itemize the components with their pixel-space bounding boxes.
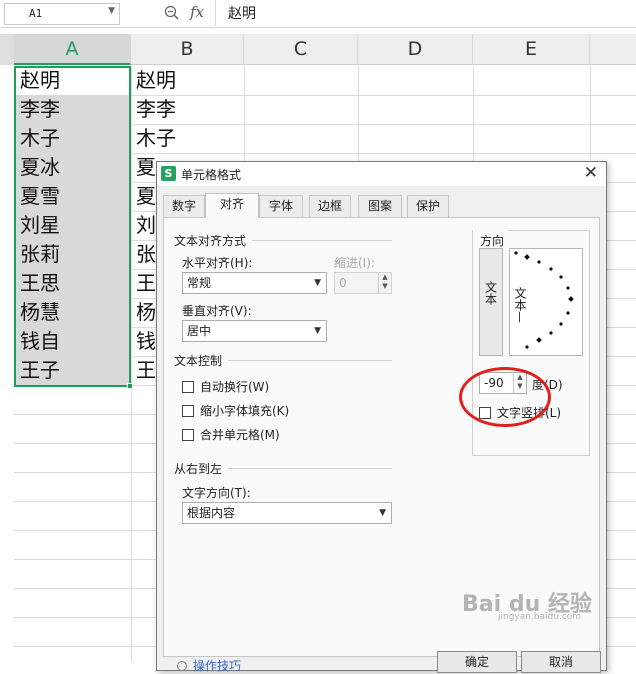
column-header-a[interactable]: A	[14, 34, 131, 65]
app-icon: S	[161, 166, 176, 181]
vertical-align-value: 居中	[187, 324, 212, 338]
orientation-dial[interactable]: 文本—	[509, 248, 583, 356]
formula-bar: A1 ▼ fx 赵明	[0, 0, 636, 28]
merge-cells-label: 合并单元格(M)	[200, 428, 280, 442]
name-box[interactable]: A1 ▼	[4, 3, 120, 25]
cell-b[interactable]: 赵明	[132, 66, 242, 95]
cell-a[interactable]: 李李	[16, 95, 129, 124]
cell-b[interactable]: 李李	[132, 95, 242, 124]
dialog-titlebar: S 单元格格式 ✕	[157, 162, 606, 186]
text-control-group-title: 文本控制	[174, 354, 223, 368]
text-alignment-group-title: 文本对齐方式	[174, 234, 247, 248]
annotation-circle-degrees	[459, 367, 551, 427]
cell-a[interactable]: 赵明	[16, 66, 129, 95]
tab-pattern[interactable]: 图案	[358, 195, 402, 217]
tab-protection[interactable]: 保护	[407, 195, 449, 217]
column-header-row: A B C D E	[0, 34, 636, 65]
lightbulb-icon	[177, 661, 187, 671]
column-header-e[interactable]: E	[473, 34, 590, 65]
column-header-d[interactable]: D	[358, 34, 473, 65]
dial-text: 文本—	[513, 287, 527, 323]
cell-a[interactable]: 张莉	[16, 240, 129, 269]
vertical-text-label: 文本	[483, 281, 498, 305]
horizontal-align-value: 常规	[187, 276, 212, 290]
dialog-tabs: 数字 对齐 字体 边框 图案 保护	[163, 193, 603, 218]
spinner-arrows-icon[interactable]: ▲ ▼	[378, 273, 391, 293]
tips-label: 操作技巧	[193, 659, 242, 673]
chevron-down-icon: ▼	[379, 508, 386, 518]
close-icon[interactable]: ✕	[584, 163, 598, 183]
baidu-watermark-url: jingyan.baidu.com	[498, 612, 582, 622]
chevron-down-icon[interactable]: ▼	[108, 6, 115, 16]
cell-a[interactable]: 刘星	[16, 211, 129, 240]
shrink-to-fit-label: 缩小字体填充(K)	[200, 404, 290, 418]
formula-input[interactable]: 赵明	[215, 0, 636, 26]
wrap-text-checkbox[interactable]: 自动换行(W)	[182, 378, 269, 395]
dialog-title: 单元格格式	[181, 168, 242, 182]
tab-alignment[interactable]: 对齐	[205, 193, 259, 218]
text-direction-value: 根据内容	[187, 506, 236, 520]
vertical-label: 垂直对齐(V):	[182, 304, 252, 318]
name-box-value: A1	[29, 7, 43, 20]
cell-b[interactable]: 木子	[132, 124, 242, 153]
cell-a[interactable]: 夏冰	[16, 153, 129, 182]
cell-a[interactable]: 王思	[16, 269, 129, 298]
tips-link[interactable]: 操作技巧	[177, 657, 241, 674]
chevron-down-icon: ▼	[314, 278, 321, 288]
ok-button[interactable]: 确定	[437, 651, 517, 673]
vertical-align-select[interactable]: 居中 ▼	[182, 320, 327, 342]
horizontal-label: 水平对齐(H):	[182, 256, 253, 270]
cell-a[interactable]: 木子	[16, 124, 129, 153]
indent-value: 0	[339, 276, 347, 290]
select-all-corner[interactable]	[0, 34, 14, 65]
tab-font[interactable]: 字体	[259, 195, 303, 217]
wrap-text-label: 自动换行(W)	[200, 380, 270, 394]
cell-a[interactable]: 夏雪	[16, 182, 129, 211]
shrink-to-fit-checkbox[interactable]: 缩小字体填充(K)	[182, 402, 289, 419]
vertical-text-button[interactable]: 文本	[479, 248, 503, 356]
indent-spinner[interactable]: 0 ▲ ▼	[334, 272, 392, 294]
formula-content: 赵明	[228, 6, 256, 22]
merge-cells-checkbox[interactable]: 合并单元格(M)	[182, 426, 280, 443]
chevron-down-icon: ▼	[314, 326, 321, 336]
cell-a[interactable]: 钱自	[16, 327, 129, 356]
cell-a[interactable]: 杨慧	[16, 298, 129, 327]
column-header-b[interactable]: B	[131, 34, 244, 65]
tab-border[interactable]: 边框	[309, 195, 351, 217]
indent-label: 缩进(I):	[334, 256, 375, 270]
text-direction-label: 文字方向(T):	[182, 486, 251, 500]
zoom-icon[interactable]	[164, 5, 180, 24]
fill-handle[interactable]	[127, 383, 133, 389]
rtl-group-title: 从右到左	[174, 462, 223, 476]
cancel-button[interactable]: 取消	[521, 651, 601, 673]
fx-icon[interactable]: fx	[190, 3, 204, 21]
column-header-c[interactable]: C	[244, 34, 358, 65]
cell-a[interactable]: 王子	[16, 356, 129, 385]
text-direction-select[interactable]: 根据内容 ▼	[182, 502, 392, 524]
tab-number[interactable]: 数字	[163, 195, 205, 217]
horizontal-align-select[interactable]: 常规 ▼	[182, 272, 327, 294]
